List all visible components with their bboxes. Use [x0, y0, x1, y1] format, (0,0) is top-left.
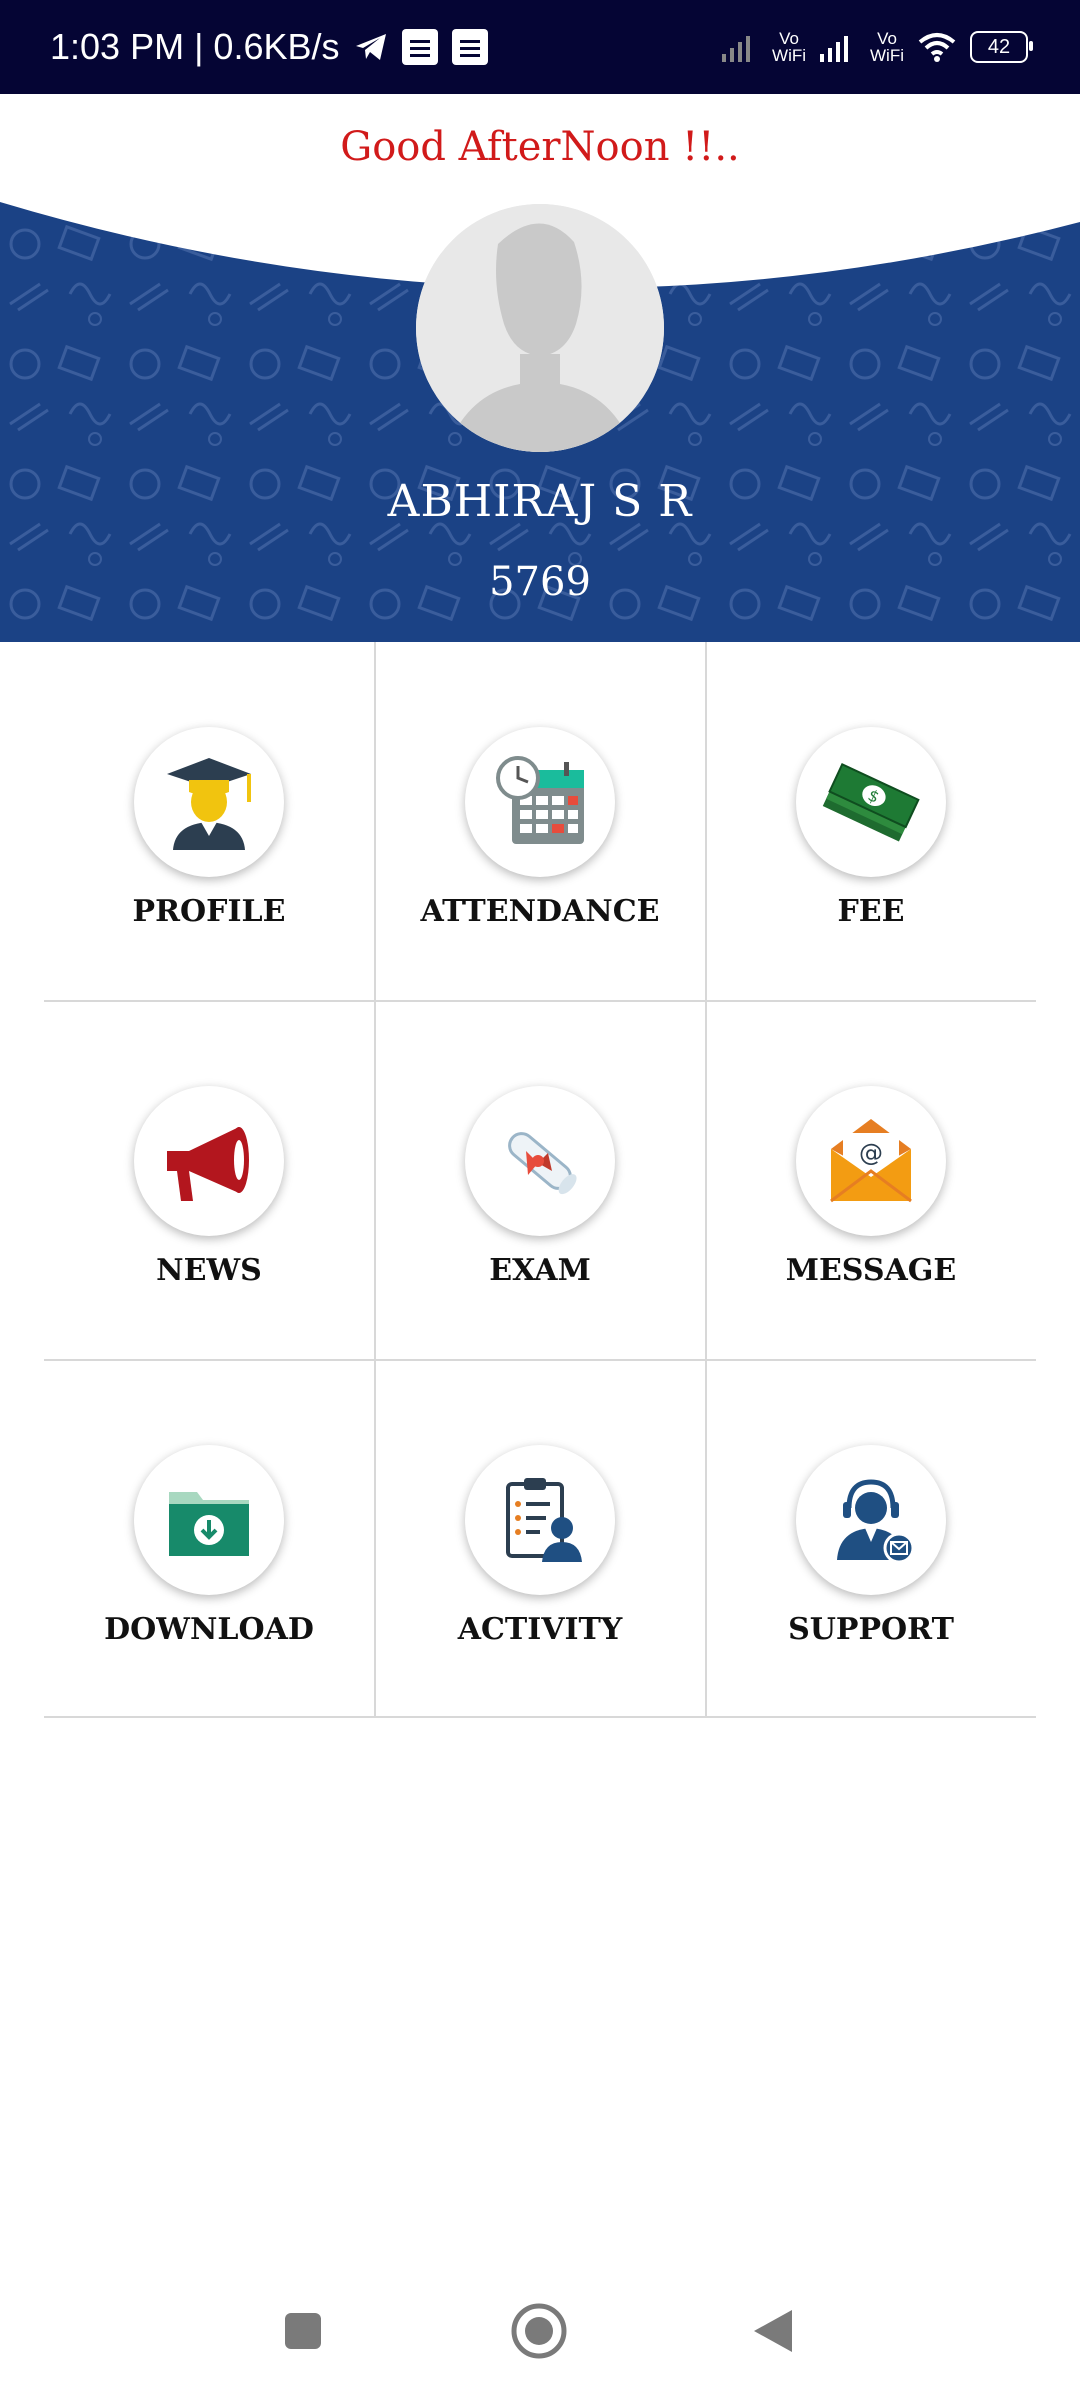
menu-item-news[interactable]: NEWS [44, 1001, 374, 1359]
svg-text:@: @ [859, 1139, 883, 1167]
grid-divider [374, 642, 376, 1718]
menu-item-download[interactable]: DOWNLOAD [44, 1360, 374, 1718]
grid-divider [44, 1359, 1036, 1361]
student-name: ABHIRAJ S R [387, 476, 693, 527]
system-nav-bar [0, 2280, 1080, 2400]
grid-divider [44, 1716, 1036, 1718]
status-bar: 1:03 PM | 0.6KB/s Vo WiFi Vo WiFi 42 [0, 0, 1080, 94]
menu-item-fee[interactable]: $ FEE [706, 642, 1036, 1000]
menu-item-attendance[interactable]: ATTENDANCE [375, 642, 705, 1000]
recent-apps-icon[interactable] [283, 2311, 323, 2351]
menu-label: PROFILE [132, 894, 286, 929]
battery-icon: 42 [970, 31, 1033, 63]
calendar-clock-icon [496, 756, 584, 844]
menu-label: DOWNLOAD [104, 1612, 314, 1647]
profile-header: Good AfterNoon !!.. ABHIRAJ S R 5769 [0, 94, 1080, 642]
menu-item-profile[interactable]: PROFILE [44, 642, 374, 1000]
telegram-icon [355, 34, 386, 60]
diploma-icon [508, 1132, 577, 1195]
grid-divider [44, 1000, 1036, 1002]
menu-item-support[interactable]: SUPPORT [706, 1360, 1036, 1718]
graduate-icon [167, 758, 251, 850]
support-agent-icon [837, 1479, 915, 1564]
notification-icon [451, 29, 488, 65]
greeting-text: Good AfterNoon !!.. [340, 124, 740, 170]
notification-icon [401, 29, 438, 65]
download-folder-icon [169, 1492, 249, 1556]
wifi-icon [918, 33, 956, 62]
menu-label: NEWS [156, 1253, 262, 1288]
student-id: 5769 [489, 559, 591, 605]
menu-item-activity[interactable]: ACTIVITY [375, 1360, 705, 1718]
menu-item-exam[interactable]: EXAM [375, 1001, 705, 1359]
menu-label: SUPPORT [788, 1612, 954, 1647]
person-placeholder-icon [416, 204, 664, 452]
vowifi-label: Vo WiFi [772, 29, 807, 65]
avatar[interactable] [416, 204, 664, 452]
back-icon[interactable] [752, 2308, 794, 2354]
menu-grid: PROFILE ATTENDANCE $ FEE NEWS EXAM @ MES… [44, 642, 1036, 1718]
menu-label: FEE [837, 894, 905, 929]
mail-envelope-icon: @ [830, 1119, 912, 1203]
menu-item-message[interactable]: @ MESSAGE [706, 1001, 1036, 1359]
status-time-speed: 1:03 PM | 0.6KB/s [50, 26, 340, 67]
signal-icon [820, 36, 849, 62]
money-stack-icon: $ [822, 762, 920, 842]
menu-label: MESSAGE [785, 1253, 957, 1288]
menu-label: EXAM [489, 1253, 591, 1288]
menu-label: ACTIVITY [457, 1612, 623, 1647]
clipboard-person-icon [506, 1478, 582, 1562]
home-icon[interactable] [510, 2302, 568, 2360]
megaphone-icon [167, 1127, 249, 1201]
menu-label: ATTENDANCE [420, 894, 660, 929]
vowifi-label: Vo WiFi [870, 29, 904, 65]
grid-divider [705, 642, 707, 1718]
signal-icon [722, 36, 751, 62]
